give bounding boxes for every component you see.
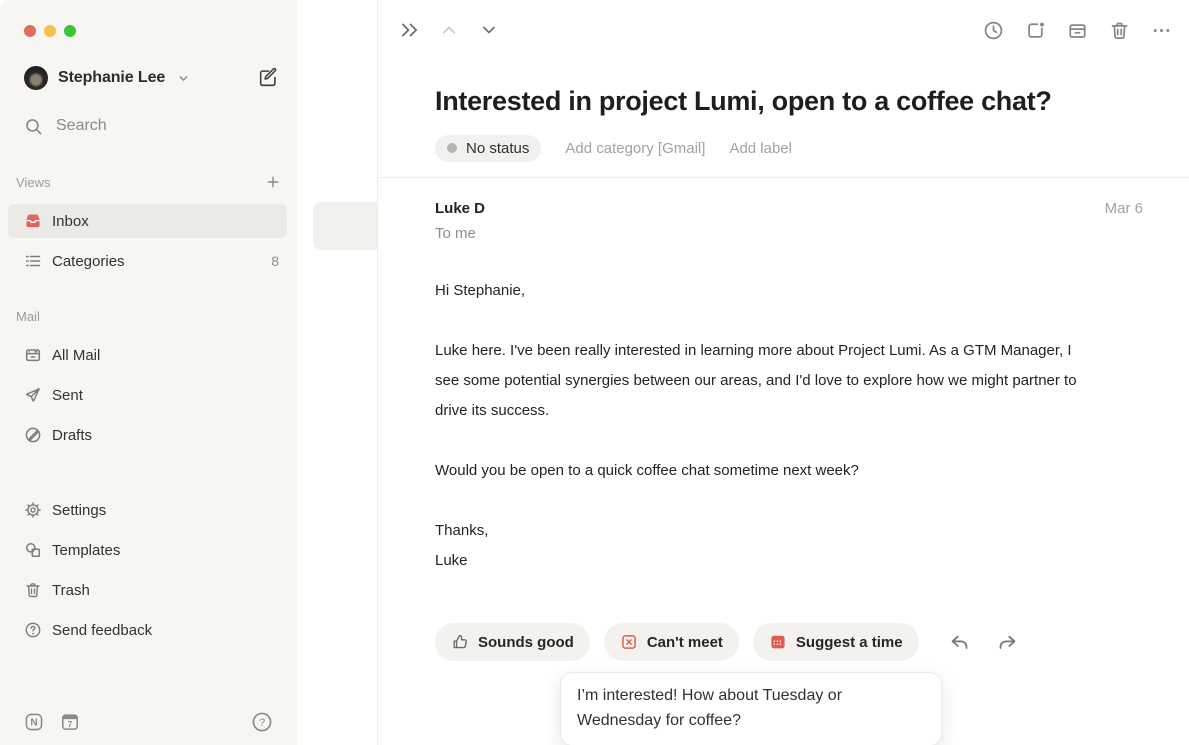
svg-text:7: 7 — [68, 719, 73, 729]
sender-name: Luke D — [435, 200, 485, 217]
sidebar-item-send-feedback[interactable]: Send feedback — [8, 613, 287, 647]
sidebar-item-drafts[interactable]: Drafts — [8, 418, 287, 452]
suggested-reply-tooltip[interactable]: I’m interested! How about Tuesday or Wed… — [560, 672, 942, 745]
quick-reply-label: Suggest a time — [796, 634, 903, 651]
calendar-app-icon[interactable]: 7 — [60, 712, 80, 732]
thread-list-strip — [297, 0, 378, 745]
quick-reply-sounds-good[interactable]: Sounds good — [435, 623, 590, 661]
sidebar-item-label: All Mail — [52, 347, 100, 364]
sidebar-item-label: Inbox — [52, 213, 89, 230]
sidebar-item-sent[interactable]: Sent — [8, 378, 287, 412]
mail-app-window: Stephanie Lee Search Views — [0, 0, 1189, 745]
notion-app-icon[interactable]: N — [24, 712, 44, 732]
quick-reply-label: Sounds good — [478, 634, 574, 651]
templates-icon — [24, 541, 42, 559]
sidebar-item-templates[interactable]: Templates — [8, 533, 287, 567]
trash-icon — [24, 581, 42, 599]
message-body: Hi Stephanie, Luke here. I've been reall… — [435, 276, 1095, 606]
svg-text:N: N — [30, 718, 37, 729]
reply-forward-group — [949, 628, 1019, 656]
search-icon — [24, 117, 43, 136]
sidebar-item-label: Drafts — [52, 427, 92, 444]
window-controls — [24, 25, 76, 37]
open-new-icon[interactable] — [1024, 16, 1046, 44]
sidebar-item-label: Templates — [52, 542, 120, 559]
email-subject: Interested in project Lumi, open to a co… — [435, 84, 1143, 118]
body-paragraph: Thanks, Luke — [435, 516, 1095, 576]
thumbs-up-icon — [451, 633, 469, 651]
quick-reply-cant-meet[interactable]: Can't meet — [604, 623, 739, 661]
more-icon[interactable] — [1150, 16, 1172, 44]
add-label-button[interactable]: Add label — [729, 140, 792, 157]
views-section-header: Views — [16, 171, 281, 193]
calendar-icon — [769, 633, 787, 651]
sidebar-item-inbox[interactable]: Inbox — [8, 204, 287, 238]
mail-section-header: Mail — [16, 305, 281, 327]
toolbar-right — [982, 16, 1172, 44]
sidebar-item-label: Sent — [52, 387, 83, 404]
archive-icon[interactable] — [1066, 16, 1088, 44]
sidebar-item-label: Settings — [52, 502, 106, 519]
message-header: Luke D Mar 6 — [435, 200, 1143, 217]
sidebar-item-label: Categories — [52, 253, 125, 270]
inbox-icon — [24, 212, 42, 230]
close-window-button[interactable] — [24, 25, 36, 37]
help-icon[interactable]: ? — [251, 711, 273, 733]
x-square-icon — [620, 633, 638, 651]
drafts-icon — [24, 426, 42, 444]
sidebar: Stephanie Lee Search Views — [0, 0, 298, 745]
search-label: Search — [56, 117, 107, 135]
status-dot-icon — [447, 143, 457, 153]
compose-icon[interactable] — [257, 67, 279, 89]
quick-reply-suggest-time[interactable]: Suggest a time — [753, 623, 919, 661]
next-thread-icon[interactable] — [475, 16, 503, 44]
sent-icon — [24, 386, 42, 404]
all-mail-icon — [24, 346, 42, 364]
sidebar-bottom-bar: N 7 ? — [24, 708, 273, 736]
status-badge[interactable]: No status — [435, 135, 541, 162]
quick-reply-row: Sounds good Can't meet Suggest a time — [435, 623, 1019, 661]
add-view-icon[interactable] — [265, 174, 281, 190]
reply-icon[interactable] — [949, 628, 971, 656]
message-date: Mar 6 — [1105, 200, 1143, 217]
body-paragraph: Would you be open to a quick coffee chat… — [435, 456, 1095, 486]
body-paragraph: Hi Stephanie, — [435, 276, 1095, 306]
sidebar-item-label: Send feedback — [52, 622, 152, 639]
svg-text:?: ? — [259, 717, 265, 729]
minimize-window-button[interactable] — [44, 25, 56, 37]
sidebar-item-label: Trash — [52, 582, 90, 599]
sidebar-item-categories[interactable]: Categories 8 — [8, 244, 287, 278]
add-category-button[interactable]: Add category [Gmail] — [565, 140, 705, 157]
snooze-icon[interactable] — [982, 16, 1004, 44]
avatar — [24, 66, 48, 90]
recipient-line[interactable]: To me — [435, 225, 476, 242]
trash-icon[interactable] — [1108, 16, 1130, 44]
prev-thread-icon[interactable] — [435, 16, 463, 44]
account-switcher[interactable]: Stephanie Lee — [24, 63, 279, 93]
categories-count: 8 — [271, 253, 279, 269]
feedback-icon — [24, 621, 42, 639]
quick-reply-label: Can't meet — [647, 634, 723, 651]
forward-icon[interactable] — [997, 628, 1019, 656]
collapse-panel-icon[interactable] — [395, 16, 423, 44]
email-tags-row: No status Add category [Gmail] Add label — [435, 134, 792, 162]
sidebar-item-settings[interactable]: Settings — [8, 493, 287, 527]
zoom-window-button[interactable] — [64, 25, 76, 37]
categories-icon — [24, 252, 42, 270]
body-paragraph: Luke here. I've been really interested i… — [435, 336, 1095, 426]
header-divider — [378, 177, 1189, 178]
search-input[interactable]: Search — [24, 111, 107, 141]
user-name: Stephanie Lee — [58, 69, 165, 87]
chevron-down-icon — [177, 72, 190, 85]
sidebar-item-trash[interactable]: Trash — [8, 573, 287, 607]
sidebar-item-all-mail[interactable]: All Mail — [8, 338, 287, 372]
thread-list-item-highlight[interactable] — [313, 202, 377, 250]
settings-icon — [24, 501, 42, 519]
reading-pane: Interested in project Lumi, open to a co… — [378, 0, 1189, 745]
thread-toolbar — [395, 16, 1172, 44]
status-label: No status — [466, 140, 529, 157]
